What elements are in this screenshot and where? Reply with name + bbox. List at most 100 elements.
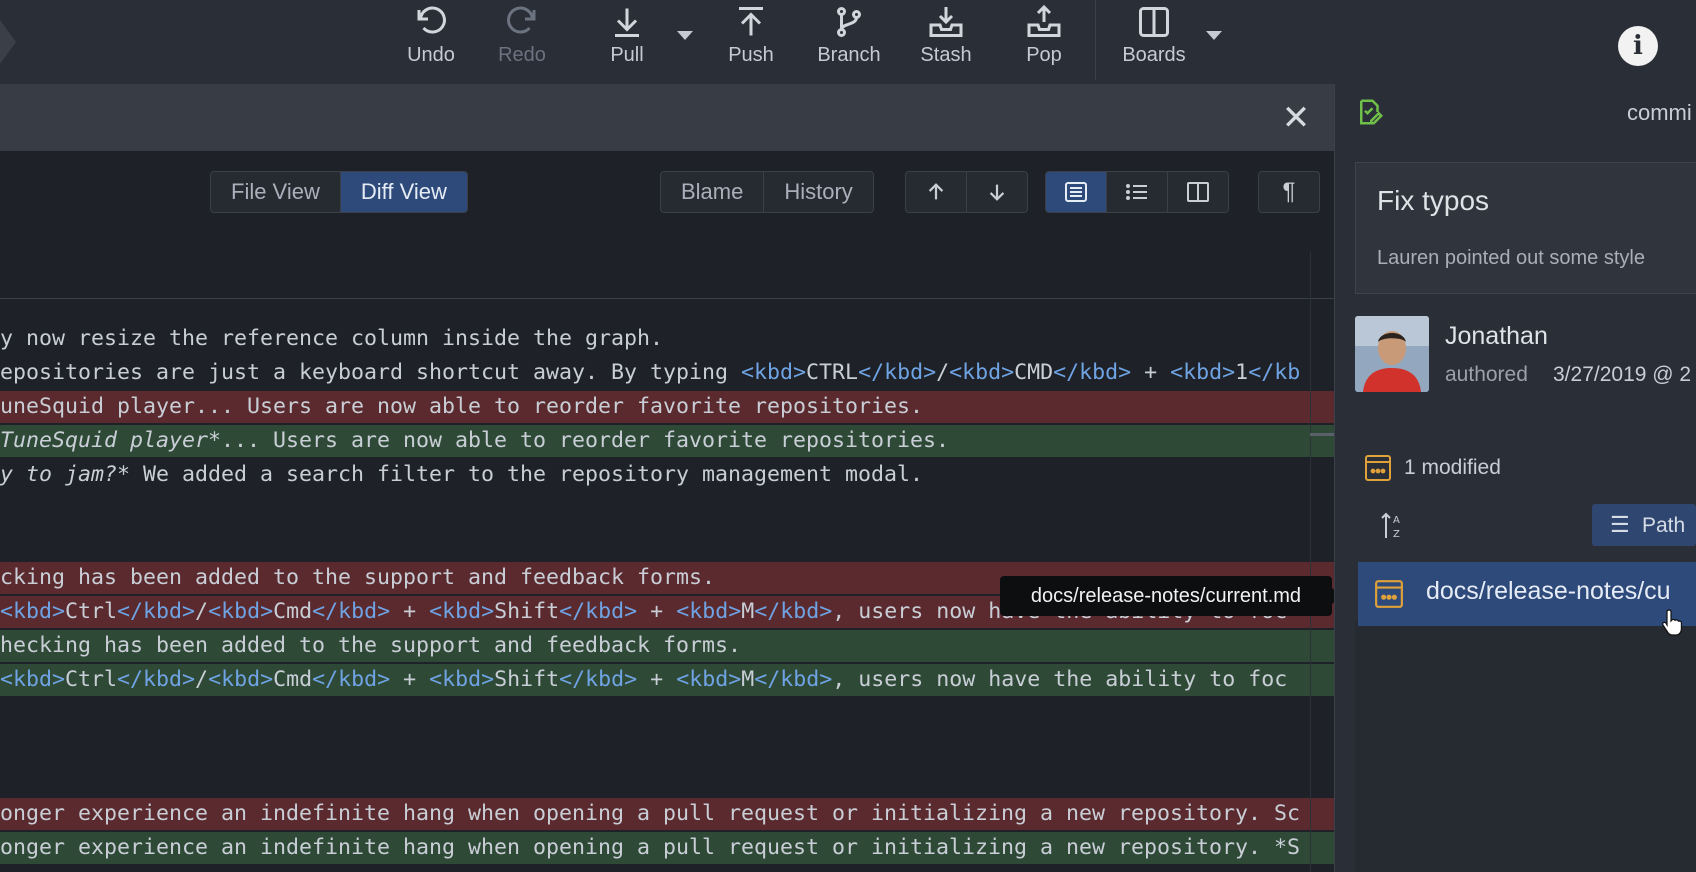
diff-text: onger experience an indefinite hang when… (0, 835, 1301, 860)
diff-line-context[interactable]: y now resize the reference column inside… (0, 323, 1334, 355)
commit-description: Lauren pointed out some style (1377, 247, 1645, 269)
diff-mode-group (1045, 171, 1229, 213)
diff-text: onger experience an indefinite hang when… (0, 801, 1301, 826)
svg-text:A: A (1393, 515, 1400, 526)
diff-line-context[interactable]: y to jam?* We added a search filter to t… (0, 459, 1334, 491)
toolbar: Undo Redo Pull Push Branch Stash Pop Boa… (0, 0, 1696, 84)
path-view-button[interactable]: ☰ Path (1592, 504, 1696, 546)
branch-icon (837, 7, 861, 37)
diff-text: We added a search filter to the reposito… (130, 462, 924, 487)
diff-line-added[interactable]: hecking has been added to the support an… (0, 630, 1334, 662)
modified-file-icon (1365, 455, 1391, 481)
diff-text: Shift (494, 667, 560, 692)
push-label: Push (728, 44, 774, 66)
scroll-track[interactable] (1310, 252, 1311, 872)
hunk-nav-group (905, 171, 1028, 213)
diff-markup-tag: </kbd> (754, 667, 833, 692)
diff-line-added[interactable]: TuneSquid player*... Users are now able … (0, 425, 1334, 457)
diff-line-context[interactable]: epositories are just a keyboard shortcut… (0, 357, 1334, 389)
diff-markup-tag: <kbd> (741, 360, 807, 385)
undo-label: Undo (407, 44, 455, 66)
pull-button[interactable]: Pull (585, 0, 669, 76)
toolbar-divider (1095, 0, 1096, 80)
whitespace-group: ¶ (1258, 171, 1320, 213)
diff-text: + (1131, 360, 1171, 385)
arrow-up-icon (928, 183, 944, 200)
diff-markup-tag: </kbd> (1053, 360, 1132, 385)
stash-button[interactable]: Stash (904, 0, 988, 76)
diff-markup-tag: </kbd> (117, 599, 196, 624)
history-button[interactable]: History (764, 172, 872, 212)
file-view-tab[interactable]: File View (211, 172, 341, 212)
info-icon[interactable]: i (1618, 26, 1658, 66)
diff-line-added[interactable]: <kbd>Ctrl</kbd>/<kbd>Cmd</kbd> + <kbd>Sh… (0, 664, 1334, 696)
push-button[interactable]: Push (709, 0, 793, 76)
file-path-tooltip: docs/release-notes/current.md (1000, 576, 1342, 616)
diff-line-removed[interactable]: uneSquid player... Users are now able to… (0, 391, 1334, 423)
diff-text: M (741, 599, 755, 624)
diff-text: Cmd (273, 599, 313, 624)
diff-panel: File View Diff View Blame History ¶ y no… (0, 151, 1334, 872)
prev-hunk-button[interactable] (906, 172, 967, 212)
blame-history-group: Blame History (660, 171, 874, 213)
redo-icon (507, 6, 536, 34)
diff-markup-tag: <kbd> (0, 599, 66, 624)
file-list (1355, 620, 1696, 872)
pull-options-caret-icon[interactable] (677, 31, 693, 40)
diff-text: / (195, 667, 209, 692)
boards-label: Boards (1122, 44, 1186, 66)
diff-line-removed[interactable]: onger experience an indefinite hang when… (0, 798, 1334, 830)
redo-button[interactable]: Redo (480, 0, 564, 76)
authored-date: 3/27/2019 @ 2 (1553, 363, 1692, 386)
diff-markup-tag: <kbd> (1170, 360, 1236, 385)
diff-header-divider (0, 298, 1334, 299)
diff-text: CMD (1014, 360, 1054, 385)
author-name: Jonathan (1445, 322, 1548, 350)
modified-file-icon (1375, 580, 1403, 608)
diff-text: uneSquid player... Users are now able to… (0, 394, 924, 419)
logo-edge (0, 20, 16, 64)
view-toggle: File View Diff View (210, 171, 468, 213)
diff-text: ... Users are now able to reorder favori… (221, 428, 950, 453)
diff-text: Ctrl (65, 599, 118, 624)
sort-az-icon[interactable]: AZ (1380, 510, 1406, 540)
undo-button[interactable]: Undo (389, 0, 473, 76)
hunk-view-button[interactable] (1046, 172, 1107, 212)
scroll-thumb[interactable] (1310, 433, 1334, 436)
diff-markup-tag: </kbd> (312, 667, 391, 692)
boards-button[interactable]: Boards (1112, 0, 1196, 76)
path-list-icon: ☰ (1610, 512, 1630, 537)
close-diff-icon[interactable]: ✕ (1280, 98, 1312, 138)
path-button-label: Path (1642, 514, 1686, 537)
next-hunk-button[interactable] (967, 172, 1027, 212)
file-row[interactable]: docs/release-notes/cu (1358, 562, 1696, 626)
push-icon (739, 7, 763, 36)
diff-markup-tag: <kbd> (429, 667, 495, 692)
inline-view-button[interactable] (1107, 172, 1168, 212)
diff-text: / (936, 360, 950, 385)
diff-markup-tag: <kbd> (208, 599, 274, 624)
author-avatar (1355, 316, 1429, 392)
blame-button[interactable]: Blame (661, 172, 765, 212)
diff-header-bar (0, 84, 1334, 151)
avatar-image (1355, 316, 1429, 392)
show-whitespace-button[interactable]: ¶ (1259, 172, 1319, 212)
pop-button[interactable]: Pop (1002, 0, 1086, 76)
pull-icon (615, 8, 639, 37)
diff-line-added[interactable]: onger experience an indefinite hang when… (0, 832, 1334, 864)
diff-markup-tag: </kbd> (754, 599, 833, 624)
diff-text: hecking has been added to the support an… (0, 633, 742, 658)
diff-text: Ctrl (65, 667, 118, 692)
split-view-button[interactable] (1168, 172, 1228, 212)
diff-view-tab[interactable]: Diff View (340, 172, 467, 212)
diff-text: y now resize the reference column inside… (0, 326, 664, 351)
commit-message-box[interactable] (1355, 162, 1696, 294)
diff-text: cking has been added to the support and … (0, 565, 716, 590)
diff-text: + (637, 599, 677, 624)
stash-label: Stash (920, 44, 972, 66)
commit-edit-icon[interactable] (1354, 97, 1386, 127)
diff-markup-tag: </kbd> (312, 599, 391, 624)
diff-text: epositories are just a keyboard shortcut… (0, 360, 742, 385)
boards-options-caret-icon[interactable] (1206, 31, 1222, 40)
branch-button[interactable]: Branch (807, 0, 891, 76)
